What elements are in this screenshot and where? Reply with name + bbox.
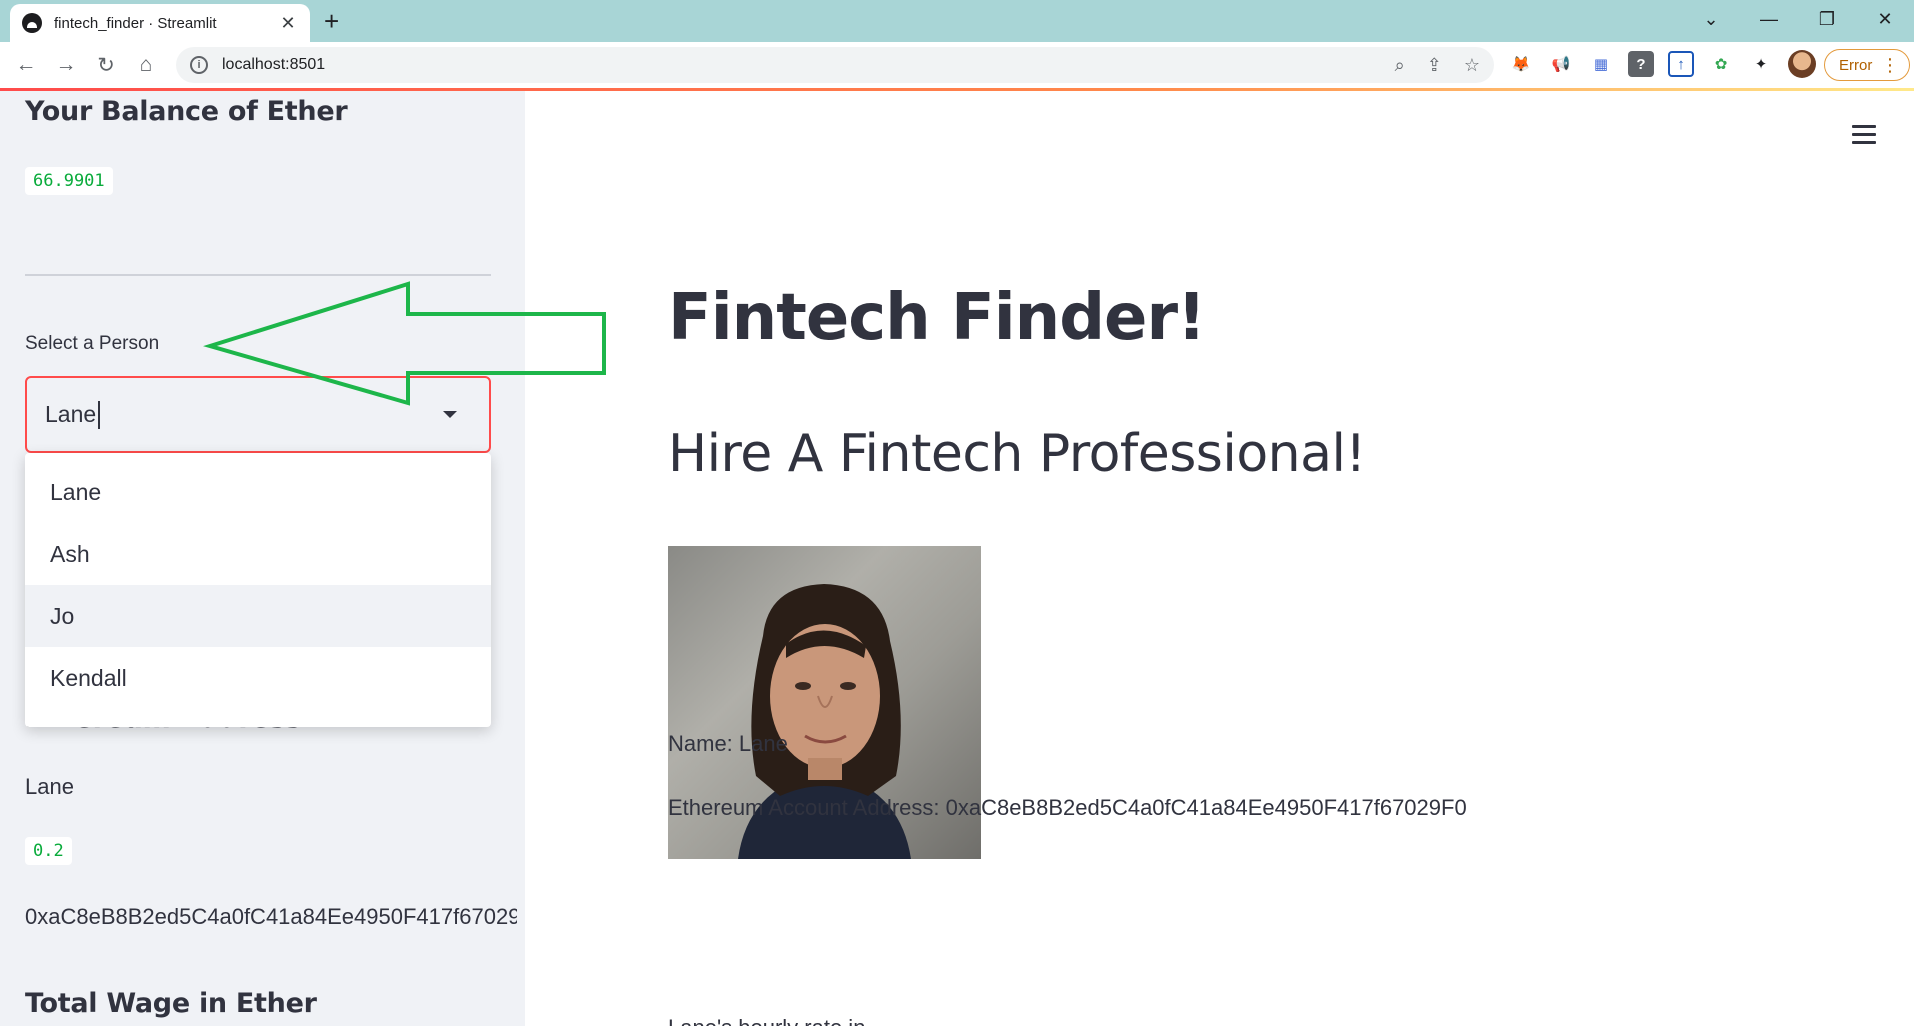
page-title: Fintech Finder! (668, 281, 1206, 355)
minimize-icon[interactable]: — (1740, 0, 1798, 38)
update-error-button[interactable]: Error (1824, 49, 1910, 81)
puzzle-extensions-icon[interactable]: ✦ (1748, 51, 1774, 77)
chevron-down-icon[interactable] (443, 411, 457, 418)
recycle-extension-icon[interactable]: ✿ (1708, 51, 1734, 77)
profile-avatar[interactable] (1788, 50, 1816, 78)
hamburger-menu-icon[interactable] (1852, 125, 1876, 149)
total-wage-heading: Total Wage in Ether (25, 988, 317, 1019)
streamlit-favicon-icon (22, 13, 42, 33)
page-subtitle: Hire A Fintech Professional! (668, 424, 1366, 484)
error-label: Error (1839, 56, 1873, 74)
address-bar[interactable]: i localhost:8501 ⌕ ⇪ ☆ (176, 47, 1494, 83)
browser-tab-bar: fintech_finder · Streamlit ✕ + ⌄ — ❐ ✕ (0, 0, 1914, 42)
person-select[interactable]: Lane (25, 376, 491, 453)
dropdown-option-ash[interactable]: Ash (25, 523, 491, 585)
tab-search-icon[interactable]: ⌄ (1682, 0, 1740, 38)
main-content: Fintech Finder! Hire A Fintech Professio… (525, 91, 1914, 1026)
url-text: localhost:8501 (222, 56, 326, 73)
dropdown-option-kendall[interactable]: Kendall (25, 647, 491, 709)
candidate-address: Ethereum Account Address: 0xaC8eB8B2ed5C… (668, 795, 1467, 820)
candidate-rate-partial: Lane's hourly rate in (668, 1015, 865, 1026)
dropdown-option-jo[interactable]: Jo (25, 585, 491, 647)
help-extension-icon[interactable]: ? (1628, 51, 1654, 77)
megaphone-extension-icon[interactable]: 📢 (1548, 51, 1574, 77)
metamask-extension-icon[interactable]: 🦊 (1508, 51, 1534, 77)
select-person-label: Select a Person (25, 333, 160, 354)
hourly-rate-value: 0.2 (25, 837, 72, 865)
person-dropdown-menu: Lane Ash Jo Kendall (25, 453, 491, 727)
forward-icon[interactable]: → (46, 45, 86, 85)
restore-icon[interactable]: ❐ (1798, 0, 1856, 38)
selected-person-name: Lane (25, 774, 74, 799)
back-icon[interactable]: ← (6, 45, 46, 85)
tab-title: fintech_finder · Streamlit (54, 14, 217, 32)
grid-extension-icon[interactable]: ▦ (1588, 51, 1614, 77)
balance-value: 66.9901 (25, 167, 113, 195)
upload-extension-icon[interactable]: ↑ (1668, 51, 1694, 77)
candidate-name: Name: Lane (668, 731, 788, 756)
window-controls: ⌄ — ❐ ✕ (1682, 0, 1914, 38)
close-tab-icon[interactable]: ✕ (278, 13, 298, 34)
site-info-icon[interactable]: i (190, 56, 208, 74)
sidebar-divider (25, 274, 491, 276)
person-select-value: Lane (45, 401, 97, 427)
zoom-icon[interactable]: ⌕ (1395, 55, 1405, 76)
home-icon[interactable]: ⌂ (126, 45, 166, 85)
balance-heading: Your Balance of Ether (25, 96, 348, 127)
dropdown-option-lane[interactable]: Lane (25, 461, 491, 523)
new-tab-icon[interactable]: + (324, 6, 339, 37)
ethereum-address-value: 0xaC8eB8B2ed5C4a0fC41a84Ee4950F417f67029… (25, 904, 517, 929)
browser-tab[interactable]: fintech_finder · Streamlit ✕ (10, 4, 310, 42)
extensions-area: 🦊 📢 ▦ ? ↑ ✿ ✦ (1508, 50, 1816, 78)
close-window-icon[interactable]: ✕ (1856, 0, 1914, 38)
bookmark-star-icon[interactable]: ☆ (1464, 55, 1480, 76)
text-cursor (98, 400, 101, 429)
browser-toolbar: ← → ↻ ⌂ i localhost:8501 ⌕ ⇪ ☆ 🦊 📢 ▦ ? ↑… (0, 42, 1914, 88)
reload-icon[interactable]: ↻ (86, 45, 126, 85)
share-icon[interactable]: ⇪ (1427, 55, 1442, 76)
